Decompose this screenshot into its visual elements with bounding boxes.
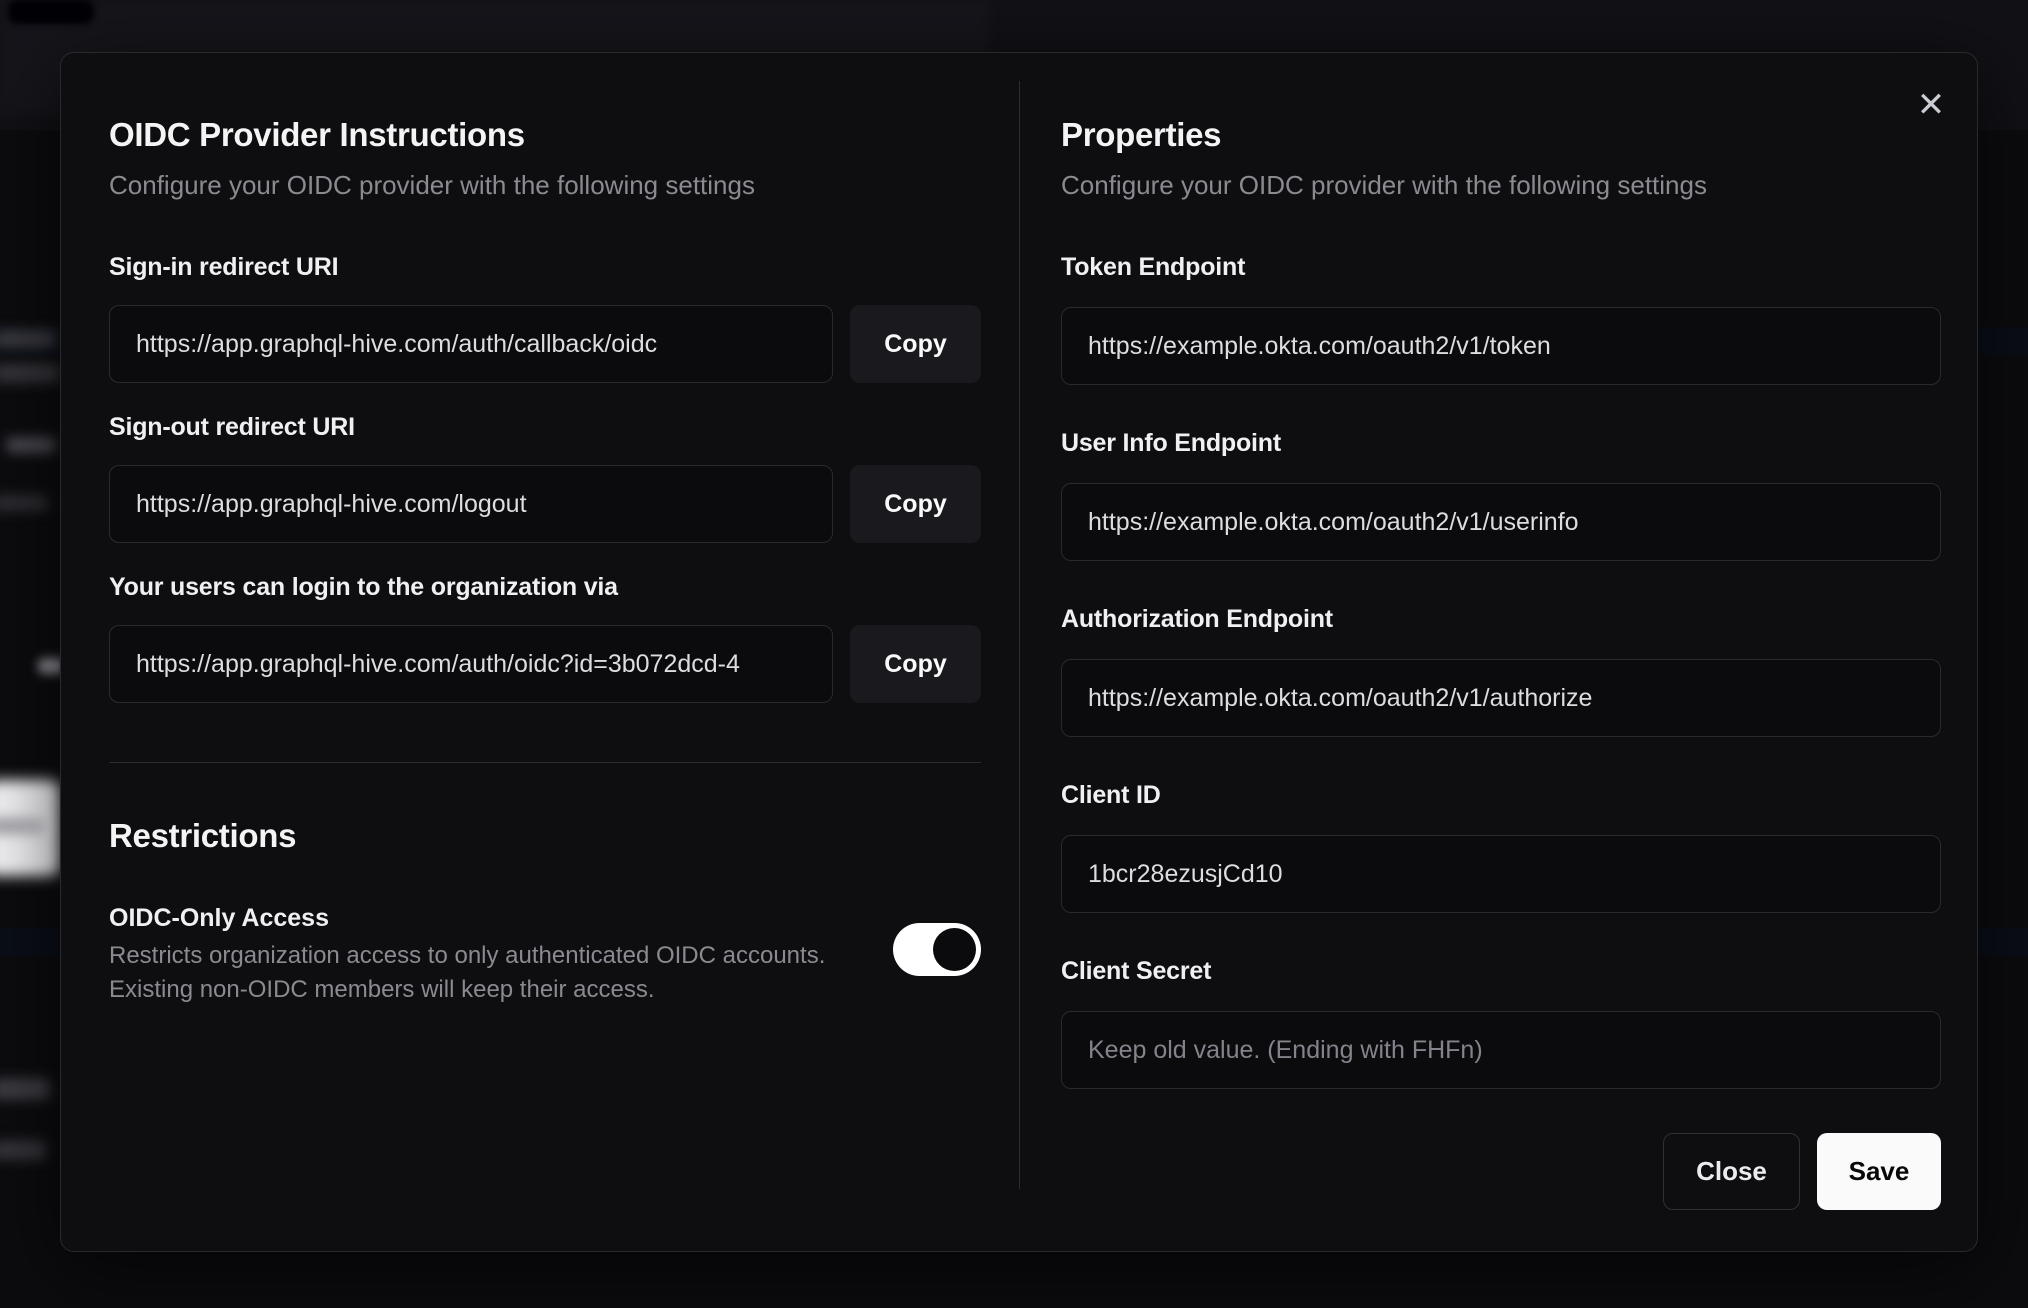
- properties-column: Properties Configure your OIDC provider …: [1019, 53, 1979, 1210]
- field-label: Client Secret: [1061, 957, 1212, 985]
- properties-subtitle: Configure your OIDC provider with the fo…: [1061, 170, 1707, 200]
- field-token-endpoint: Token Endpoint: [1061, 253, 1941, 385]
- copy-button[interactable]: Copy: [850, 305, 981, 383]
- field-label: Authorization Endpoint: [1061, 605, 1333, 633]
- background-fragment: [0, 495, 48, 511]
- oidc-only-access-description-line: Existing non-OIDC members will keep thei…: [109, 976, 655, 1003]
- field-login-url: Your users can login to the organization…: [109, 573, 981, 703]
- field-label: Your users can login to the organization…: [109, 573, 618, 601]
- instructions-title: OIDC Provider Instructions: [109, 116, 525, 153]
- client-id-input[interactable]: [1061, 835, 1941, 913]
- background-fragment: [0, 1140, 46, 1160]
- field-label: Client ID: [1061, 781, 1161, 809]
- field-user-info-endpoint: User Info Endpoint: [1061, 429, 1941, 561]
- oidc-settings-dialog: ✕ OIDC Provider Instructions Configure y…: [60, 52, 1978, 1252]
- toggle-knob: [933, 928, 976, 971]
- instructions-column: OIDC Provider Instructions Configure you…: [61, 53, 1019, 1007]
- background-fragment: [0, 363, 60, 383]
- section-divider: [109, 762, 981, 763]
- field-client-id: Client ID: [1061, 781, 1941, 913]
- page: ✕ OIDC Provider Instructions Configure y…: [0, 0, 2028, 1308]
- background-fragment: [0, 818, 46, 834]
- field-label: User Info Endpoint: [1061, 429, 1281, 457]
- instructions-subtitle: Configure your OIDC provider with the fo…: [109, 170, 755, 200]
- oidc-only-access-text: OIDC-Only Access Restricts organization …: [109, 903, 825, 1007]
- oidc-only-access-label: OIDC-Only Access: [109, 904, 329, 932]
- client-secret-input[interactable]: [1061, 1011, 1941, 1089]
- field-sign-out-redirect-uri: Sign-out redirect URI Copy: [109, 413, 981, 543]
- field-client-secret: Client Secret: [1061, 957, 1941, 1089]
- token-endpoint-input[interactable]: [1061, 307, 1941, 385]
- authorization-endpoint-input[interactable]: [1061, 659, 1941, 737]
- field-authorization-endpoint: Authorization Endpoint: [1061, 605, 1941, 737]
- copy-button[interactable]: Copy: [850, 465, 981, 543]
- field-label: Token Endpoint: [1061, 253, 1246, 281]
- properties-title: Properties: [1061, 116, 1222, 153]
- restrictions-title: Restrictions: [109, 817, 297, 854]
- field-label: Sign-out redirect URI: [109, 413, 355, 441]
- background-fragment: [0, 1078, 50, 1100]
- field-label: Sign-in redirect URI: [109, 253, 339, 281]
- copy-button[interactable]: Copy: [850, 625, 981, 703]
- oidc-only-toggle[interactable]: [893, 923, 981, 976]
- sign-out-redirect-uri-input[interactable]: [109, 465, 833, 543]
- background-fragment: [8, 0, 94, 24]
- save-button[interactable]: Save: [1817, 1133, 1941, 1210]
- sign-in-redirect-uri-input[interactable]: [109, 305, 833, 383]
- organization-login-url-input[interactable]: [109, 625, 833, 703]
- oidc-only-access-row: OIDC-Only Access Restricts organization …: [109, 903, 981, 1007]
- user-info-endpoint-input[interactable]: [1061, 483, 1941, 561]
- oidc-only-access-description-line: Restricts organization access to only au…: [109, 942, 826, 969]
- dialog-actions: Close Save: [1061, 1133, 1941, 1210]
- field-sign-in-redirect-uri: Sign-in redirect URI Copy: [109, 253, 981, 383]
- close-button[interactable]: Close: [1663, 1133, 1800, 1210]
- background-fragment: [0, 330, 56, 348]
- background-fragment: [6, 437, 56, 453]
